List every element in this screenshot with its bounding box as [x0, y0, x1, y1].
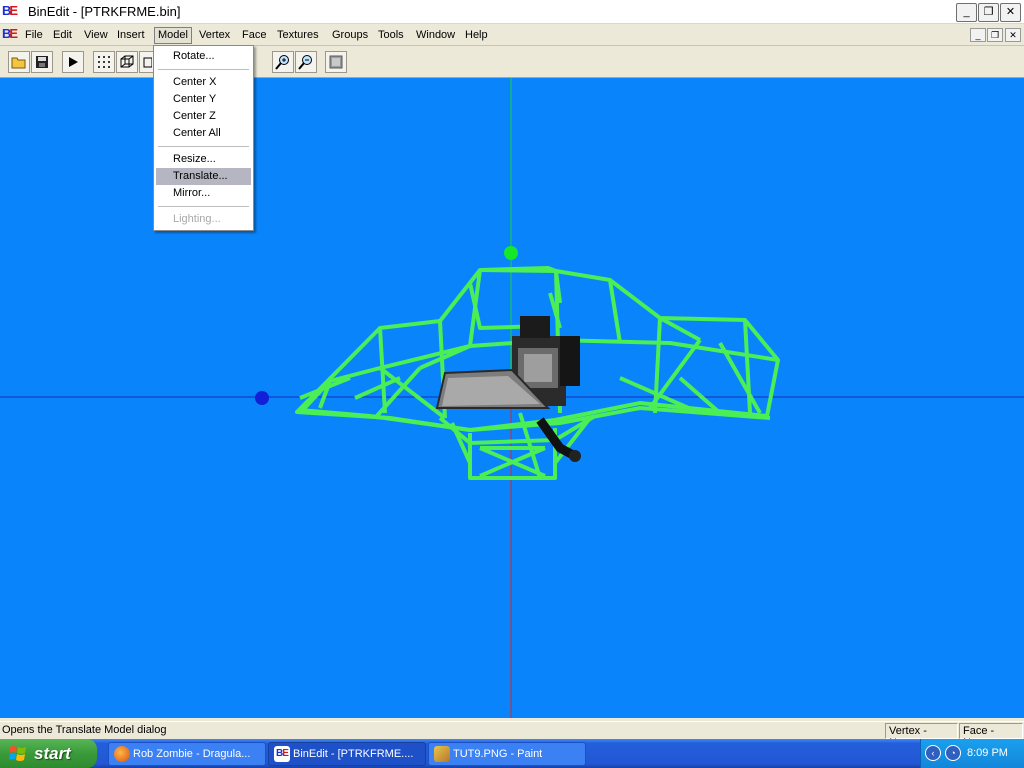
menu-face[interactable]: Face: [238, 27, 270, 44]
tray-back-icon[interactable]: ‹: [925, 745, 941, 761]
menu-separator: [158, 146, 249, 147]
menu-groups[interactable]: Groups: [328, 27, 372, 44]
menu-item-lighting: Lighting...: [173, 213, 221, 225]
binedit-icon: BE: [274, 746, 290, 762]
select-vertices-icon[interactable]: [93, 51, 115, 73]
vertex-status: Vertex - None: [885, 723, 958, 749]
clock: 8:09 PM: [967, 747, 1008, 759]
menu-separator: [158, 69, 249, 70]
binedit-icon: BE: [2, 3, 18, 18]
task-label: TUT9.PNG - Paint: [453, 748, 543, 760]
close-button[interactable]: ✕: [1000, 3, 1021, 22]
menu-tools[interactable]: Tools: [374, 27, 408, 44]
menu-edit[interactable]: Edit: [49, 27, 76, 44]
menu-textures[interactable]: Textures: [273, 27, 323, 44]
menu-insert[interactable]: Insert: [113, 27, 149, 44]
restore-button[interactable]: ❐: [978, 3, 999, 22]
menu-separator: [158, 206, 249, 207]
start-label: start: [34, 744, 71, 763]
mdi-restore-button[interactable]: ❐: [987, 28, 1003, 42]
start-button[interactable]: start: [0, 739, 97, 768]
wireframe-cube-icon[interactable]: [116, 51, 138, 73]
window-title: BinEdit - [PTRKFRME.bin]: [28, 4, 181, 19]
x-axis-handle[interactable]: [255, 391, 269, 405]
menu-view[interactable]: View: [80, 27, 112, 44]
menu-item-translate[interactable]: Translate...: [156, 168, 251, 185]
mdi-minimize-button[interactable]: _: [970, 28, 986, 42]
menu-window[interactable]: Window: [412, 27, 459, 44]
y-axis-handle[interactable]: [504, 246, 518, 260]
menu-item-center-z[interactable]: Center Z: [156, 108, 251, 125]
menu-file[interactable]: File: [21, 27, 47, 44]
tray-app-icon[interactable]: ◔: [945, 745, 961, 761]
menu-bar: BE File Edit View Insert Model Vertex Fa…: [0, 24, 1024, 46]
menu-item-rotate[interactable]: Rotate...: [156, 48, 251, 65]
menu-item-resize[interactable]: Resize...: [156, 151, 251, 168]
cube-icon[interactable]: [139, 51, 153, 73]
document-icon[interactable]: BE: [2, 26, 18, 41]
task-button-paint[interactable]: TUT9.PNG - Paint: [428, 742, 586, 766]
open-folder-icon[interactable]: [8, 51, 30, 73]
save-icon[interactable]: [31, 51, 53, 73]
mdi-close-button[interactable]: ✕: [1005, 28, 1021, 42]
play-icon[interactable]: [62, 51, 84, 73]
menu-item-center-x[interactable]: Center X: [156, 74, 251, 91]
face-status: Face - None: [959, 723, 1023, 749]
menu-item-mirror[interactable]: Mirror...: [156, 185, 251, 202]
minimize-button[interactable]: _: [956, 3, 977, 22]
texture-toggle-icon[interactable]: [325, 51, 347, 73]
model-menu-dropdown: Rotate... Center X Center Y Center Z Cen…: [153, 45, 254, 231]
menu-model[interactable]: Model: [154, 27, 192, 44]
menu-item-center-y[interactable]: Center Y: [156, 91, 251, 108]
menu-help[interactable]: Help: [461, 27, 492, 44]
taskbar: start Rob Zombie - Dragula... BE BinEdit…: [0, 739, 1024, 768]
zoom-out-icon[interactable]: [295, 51, 317, 73]
paint-icon: [434, 746, 450, 762]
windows-logo-icon: [9, 746, 26, 761]
menu-vertex[interactable]: Vertex: [195, 27, 234, 44]
zoom-in-icon[interactable]: [272, 51, 294, 73]
status-message: Opens the Translate Model dialog: [2, 724, 167, 736]
firefox-icon: [114, 746, 130, 762]
task-label: Rob Zombie - Dragula...: [133, 748, 251, 760]
task-button-binedit[interactable]: BE BinEdit - [PTRKFRME....: [268, 742, 426, 766]
title-bar: BE BinEdit - [PTRKFRME.bin] _ ❐ ✕: [0, 0, 1024, 24]
menu-item-center-all[interactable]: Center All: [156, 125, 251, 142]
status-bar: Opens the Translate Model dialog Vertex …: [0, 721, 1024, 749]
task-label: BinEdit - [PTRKFRME....: [293, 748, 414, 760]
system-tray: ‹ ◔ 8:09 PM: [920, 739, 1024, 768]
task-button-firefox[interactable]: Rob Zombie - Dragula...: [108, 742, 266, 766]
